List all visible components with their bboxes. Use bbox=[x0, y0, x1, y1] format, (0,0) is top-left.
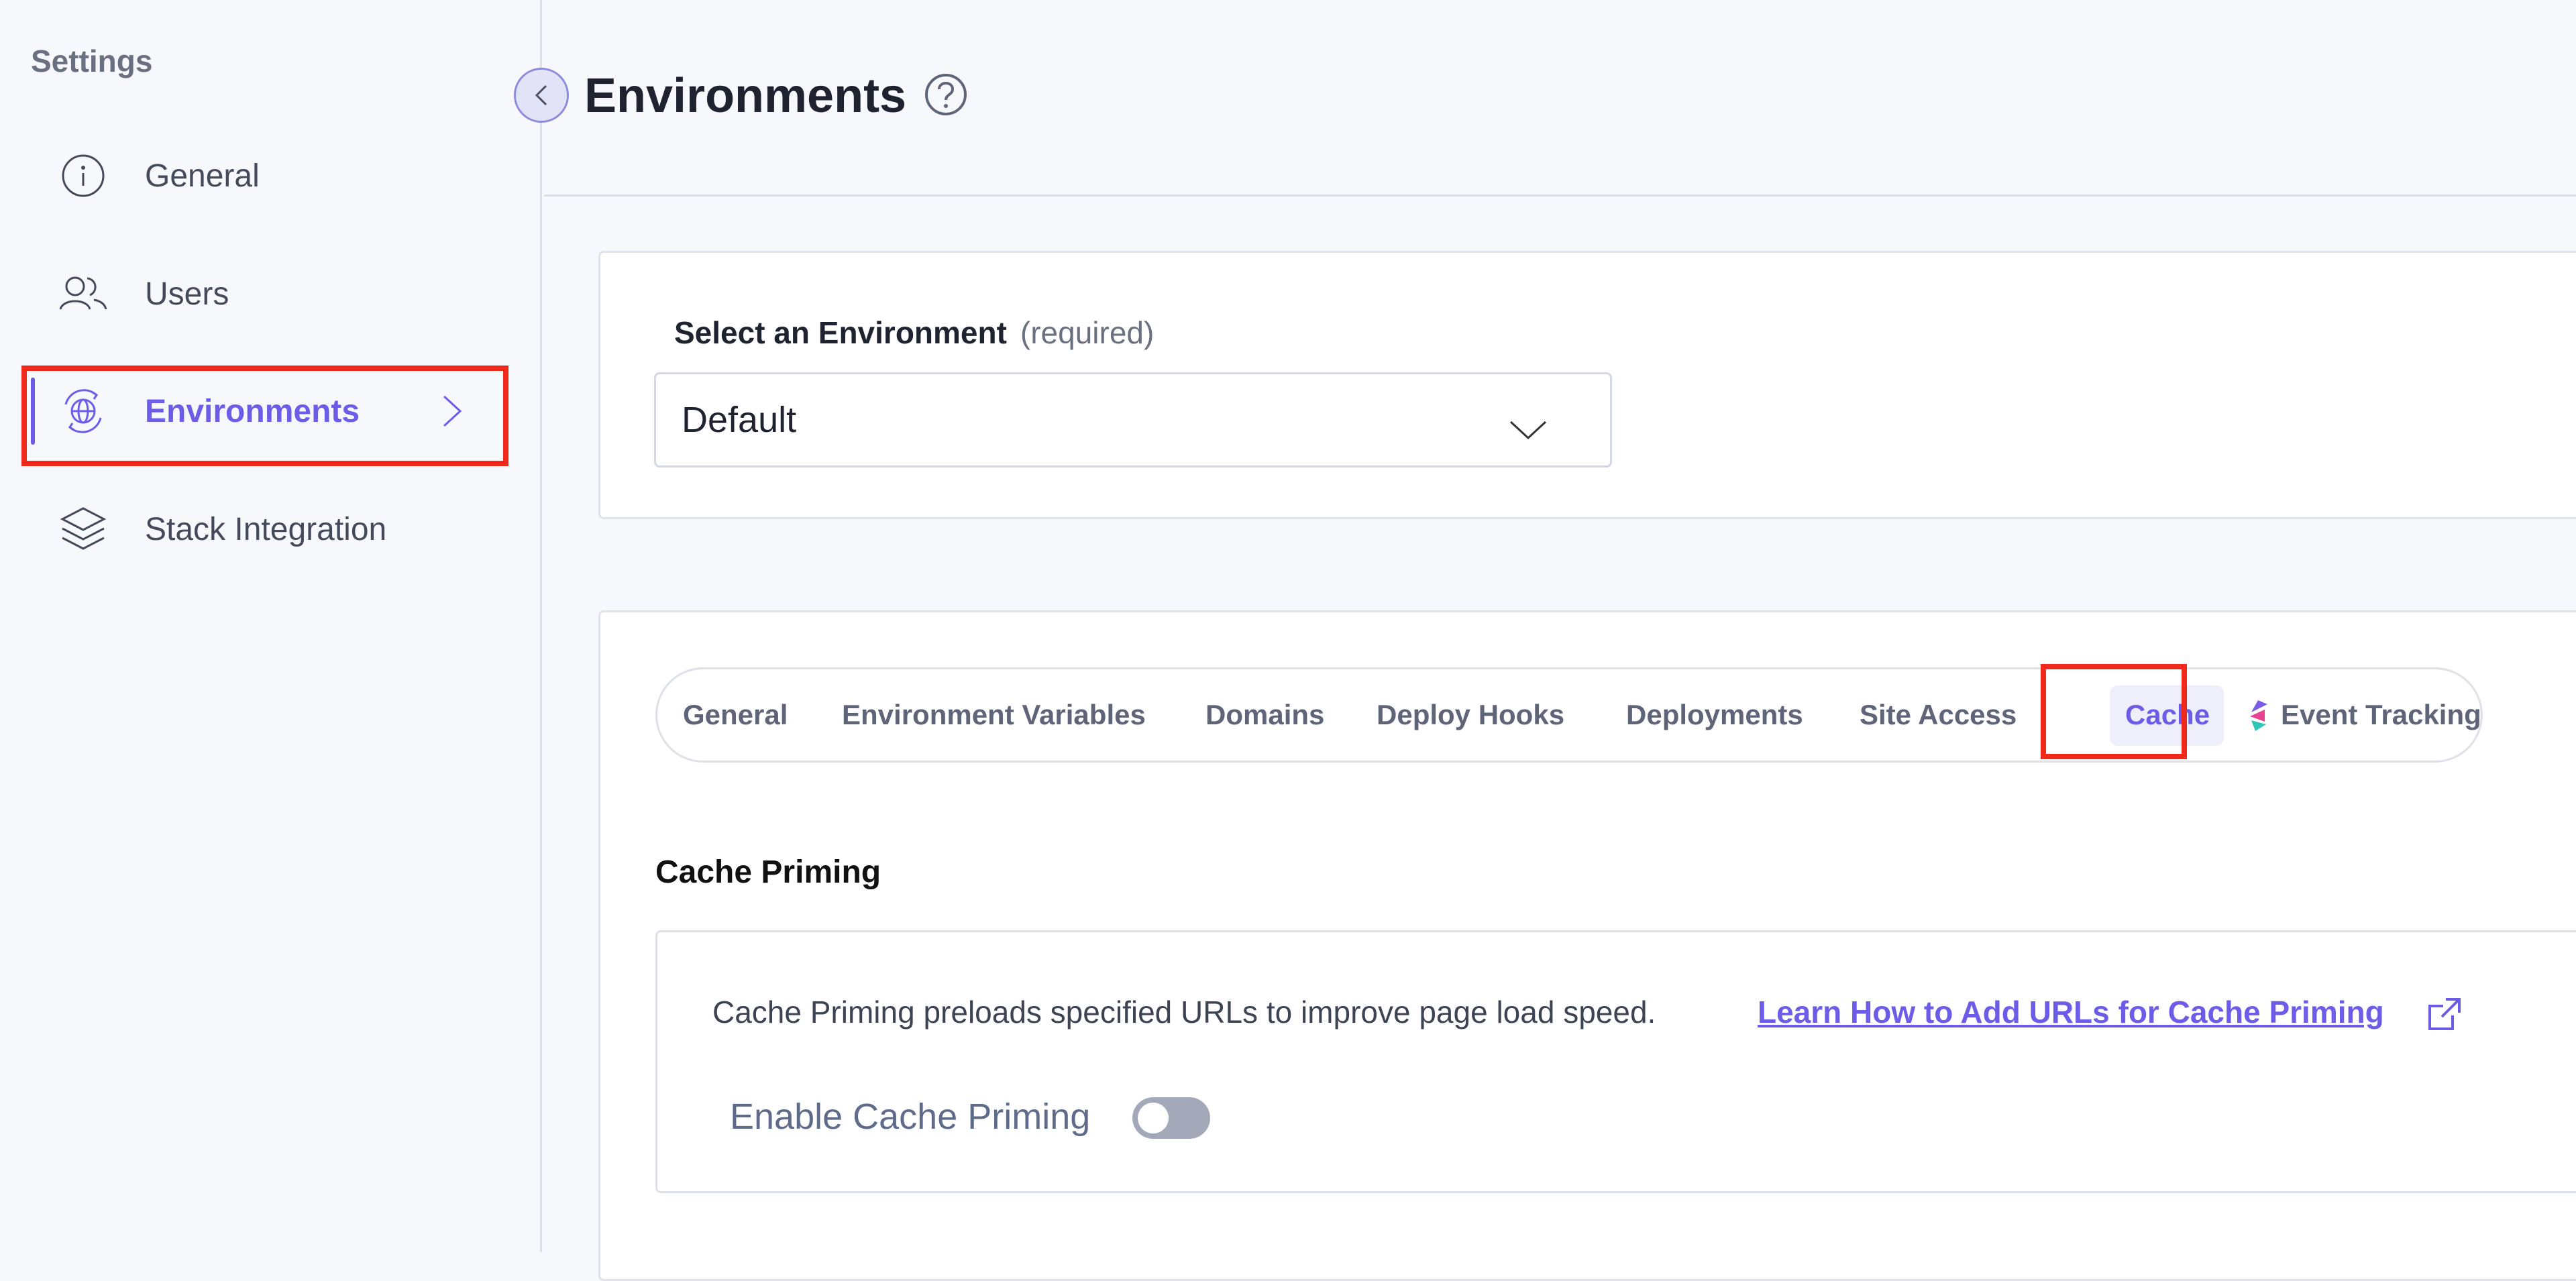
layers-icon bbox=[56, 502, 110, 556]
enable-cache-priming-label: Enable Cache Priming bbox=[730, 1097, 1091, 1137]
lytics-logo-icon bbox=[2246, 698, 2270, 732]
environment-select-value: Default bbox=[682, 400, 797, 440]
cache-tab-highlight-box bbox=[2041, 664, 2187, 759]
environment-select-label: Select an Environment (required) bbox=[674, 315, 1154, 351]
sidebar-item-label: Users bbox=[145, 276, 229, 312]
tab-domains[interactable]: Domains bbox=[1205, 669, 1324, 761]
users-icon bbox=[56, 267, 110, 321]
info-icon bbox=[56, 149, 110, 203]
tab-environment-variables[interactable]: Environment Variables bbox=[842, 669, 1146, 761]
environment-settings-card: General Environment Variables Domains De… bbox=[598, 610, 2576, 1281]
tab-deployments[interactable]: Deployments bbox=[1626, 669, 1803, 761]
environment-select[interactable]: Default bbox=[654, 372, 1612, 467]
cache-priming-panel: Cache Priming preloads specified URLs to… bbox=[655, 930, 2576, 1193]
tab-general[interactable]: General bbox=[683, 669, 788, 761]
environment-select-card: Select an Environment (required) Default bbox=[598, 251, 2576, 519]
external-link-icon[interactable] bbox=[2426, 995, 2463, 1036]
cache-priming-title: Cache Priming bbox=[655, 854, 881, 890]
sidebar-title: Settings bbox=[31, 44, 153, 78]
page-title: Environments bbox=[584, 69, 907, 123]
sidebar-item-label: Stack Integration bbox=[145, 511, 387, 547]
tab-event-tracking[interactable]: Event Tracking bbox=[2246, 669, 2481, 761]
page-header: Environments bbox=[544, 0, 2576, 197]
cache-priming-description: Cache Priming preloads specified URLs to… bbox=[712, 995, 1656, 1029]
settings-sidebar: Settings General Users Environments Stac… bbox=[0, 0, 542, 1252]
tab-site-access[interactable]: Site Access bbox=[1860, 669, 2017, 761]
sidebar-item-label: General bbox=[145, 158, 260, 194]
field-label-text: Select an Environment bbox=[674, 315, 1007, 350]
help-icon[interactable] bbox=[924, 72, 968, 120]
sidebar-item-general[interactable]: General bbox=[31, 138, 500, 213]
sidebar-highlight-box bbox=[21, 366, 508, 466]
settings-tab-bar: General Environment Variables Domains De… bbox=[655, 667, 2483, 763]
required-note: (required) bbox=[1020, 315, 1155, 350]
sidebar-item-stack-integration[interactable]: Stack Integration bbox=[31, 492, 500, 567]
tab-label: Event Tracking bbox=[2281, 699, 2481, 730]
sidebar-item-users[interactable]: Users bbox=[31, 256, 500, 331]
enable-cache-priming-toggle[interactable] bbox=[1132, 1097, 1210, 1139]
chevron-down-icon bbox=[1508, 409, 1548, 451]
learn-cache-priming-link[interactable]: Learn How to Add URLs for Cache Priming bbox=[1758, 994, 2384, 1030]
tab-deploy-hooks[interactable]: Deploy Hooks bbox=[1377, 669, 1564, 761]
